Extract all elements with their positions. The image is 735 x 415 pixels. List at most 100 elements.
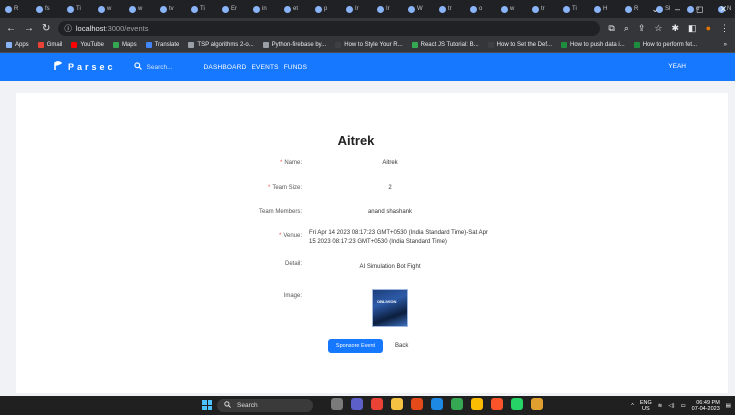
app-search-input[interactable]: Search... — [133, 62, 196, 72]
main-menu: DASHBOARD EVENTS FUNDS — [204, 64, 308, 71]
wifi-icon[interactable]: ≋ — [658, 403, 663, 409]
menu-item-funds[interactable]: FUNDS — [284, 64, 307, 71]
menu-item-dashboard[interactable]: DASHBOARD — [204, 64, 247, 71]
install-app-icon[interactable]: ⧉ — [608, 23, 614, 34]
browser-tab[interactable]: Er — [219, 2, 249, 16]
office-icon[interactable] — [411, 398, 423, 410]
logo-icon — [54, 61, 63, 73]
zoom-icon[interactable]: ⌕ — [624, 23, 629, 34]
bookmark-item[interactable]: How to push data i... — [561, 42, 625, 48]
bookmark-item[interactable]: How to perform fet... — [633, 42, 697, 48]
bookmarks-overflow-button[interactable]: » — [724, 42, 735, 48]
browser-tab[interactable]: Ir — [343, 2, 373, 16]
tray-chevron-icon[interactable]: ^ — [631, 403, 634, 409]
site-info-icon[interactable]: ⓘ — [64, 23, 72, 34]
bookmark-label: How to Style Your R... — [344, 42, 403, 48]
whatsapp-icon[interactable] — [511, 398, 523, 410]
chrome-icon[interactable] — [451, 398, 463, 410]
minimize-icon[interactable]: – — [675, 4, 680, 14]
language-indicator[interactable]: ENG US — [640, 400, 652, 412]
tab-favicon-icon — [501, 5, 508, 13]
chat-icon[interactable] — [351, 398, 363, 410]
back-button[interactable]: Back — [389, 339, 414, 353]
windows-start-icon[interactable] — [202, 400, 212, 410]
browser-tab[interactable]: tr — [529, 2, 559, 16]
task-view-icon[interactable] — [331, 398, 343, 410]
tab-favicon-icon — [315, 5, 322, 13]
tab-label: Er — [231, 6, 237, 12]
more-menu-icon[interactable]: ⋮ — [720, 23, 729, 34]
bookmark-favicon-icon — [487, 42, 494, 48]
browser-tab[interactable]: Ti — [64, 2, 94, 16]
browser-tab[interactable]: R — [2, 2, 32, 16]
browser-tab[interactable]: w — [95, 2, 125, 16]
app-icon[interactable] — [531, 398, 543, 410]
image-label: Image: — [283, 293, 302, 299]
browser-tab[interactable]: Ti — [188, 2, 218, 16]
sponsor-event-button[interactable]: Sponsore Event — [328, 339, 383, 353]
tab-search-icon[interactable]: ⌄ — [651, 4, 659, 15]
bookmark-item[interactable]: Gmail — [37, 42, 62, 48]
browser-tab[interactable]: fs — [33, 2, 63, 16]
vscode-icon[interactable] — [431, 398, 443, 410]
bookmark-favicon-icon — [6, 42, 12, 48]
taskbar-search-icon — [224, 401, 231, 410]
sidepanel-icon[interactable]: ◧ — [688, 23, 697, 34]
bookmark-item[interactable]: YouTube — [71, 42, 104, 48]
menu-item-events[interactable]: EVENTS — [252, 64, 279, 71]
browser-tab[interactable]: tr — [436, 2, 466, 16]
browser-tab[interactable]: w — [498, 2, 528, 16]
tab-favicon-icon — [346, 5, 353, 13]
tab-favicon-icon — [129, 5, 136, 13]
browser-tab[interactable]: Ti — [560, 2, 590, 16]
bookmark-item[interactable]: How to Set the Def... — [487, 42, 552, 48]
clock[interactable]: 06:49 PM 07-04-2023 — [692, 400, 720, 412]
reload-icon[interactable]: ↻ — [42, 23, 50, 34]
notification-icon[interactable]: ▤ — [726, 403, 731, 409]
browser-tab-strip: RfsTiwwtvTiErinetpIrIrWtrowtrTiHRSloN×N+ — [0, 0, 735, 18]
bookmark-item[interactable]: Translate — [145, 42, 179, 48]
detail-label: Detail: — [284, 261, 302, 267]
gmail-icon[interactable] — [371, 398, 383, 410]
brave-icon[interactable] — [491, 398, 503, 410]
volume-icon[interactable]: ◁) — [668, 403, 674, 409]
app-navbar: Parsec Search... DASHBOARD EVENTS FUNDS … — [0, 53, 735, 81]
browser-tab[interactable]: et — [281, 2, 311, 16]
forward-arrow-icon[interactable]: → — [24, 23, 34, 34]
close-icon[interactable]: ✕ — [719, 4, 727, 15]
bookmark-item[interactable]: React JS Tutorial: B... — [411, 42, 479, 48]
share-icon[interactable]: ⇪ — [638, 23, 646, 34]
bookmark-label: Maps — [121, 42, 137, 48]
restore-icon[interactable]: ◻ — [696, 4, 703, 15]
team-members-label: Team Members: — [258, 209, 302, 215]
bookmark-item[interactable]: Apps — [6, 42, 29, 48]
battery-icon[interactable]: ▭ — [680, 403, 685, 409]
profile-avatar-icon[interactable]: ● — [706, 23, 711, 33]
extensions-icon[interactable]: ✱ — [672, 23, 680, 34]
bookmark-item[interactable]: Maps — [112, 42, 137, 48]
bookmark-item[interactable]: TSP algorithms 2-o... — [188, 42, 254, 48]
tab-label: tr — [448, 6, 452, 12]
back-arrow-icon[interactable]: ← — [6, 23, 16, 34]
tab-label: R — [14, 6, 19, 12]
browser-tab[interactable]: Ir — [374, 2, 404, 16]
bookmark-star-icon[interactable]: ☆ — [654, 23, 662, 34]
browser-tab[interactable]: W — [405, 2, 435, 16]
address-bar[interactable]: ⓘ localhost:3000/events — [58, 20, 601, 36]
user-menu[interactable]: YEAH — [668, 63, 686, 70]
file-explorer-icon[interactable] — [391, 398, 403, 410]
browser-tab[interactable]: o — [467, 2, 497, 16]
event-image: OBLIVION — [372, 289, 408, 327]
chrome-profile-icon[interactable] — [471, 398, 483, 410]
browser-tab[interactable]: in — [250, 2, 280, 16]
bookmark-item[interactable]: How to Style Your R... — [335, 42, 403, 48]
browser-tab[interactable]: w — [126, 2, 156, 16]
browser-tab[interactable]: tv — [157, 2, 187, 16]
browser-tab[interactable]: H — [591, 2, 621, 16]
brand[interactable]: Parsec — [54, 61, 116, 73]
browser-tab[interactable]: p — [312, 2, 342, 16]
taskbar-search[interactable]: Search — [217, 399, 313, 412]
bookmark-item[interactable]: Python-firebase by... — [262, 42, 326, 48]
tab-favicon-icon — [470, 5, 477, 13]
browser-tab[interactable]: R — [622, 2, 652, 16]
